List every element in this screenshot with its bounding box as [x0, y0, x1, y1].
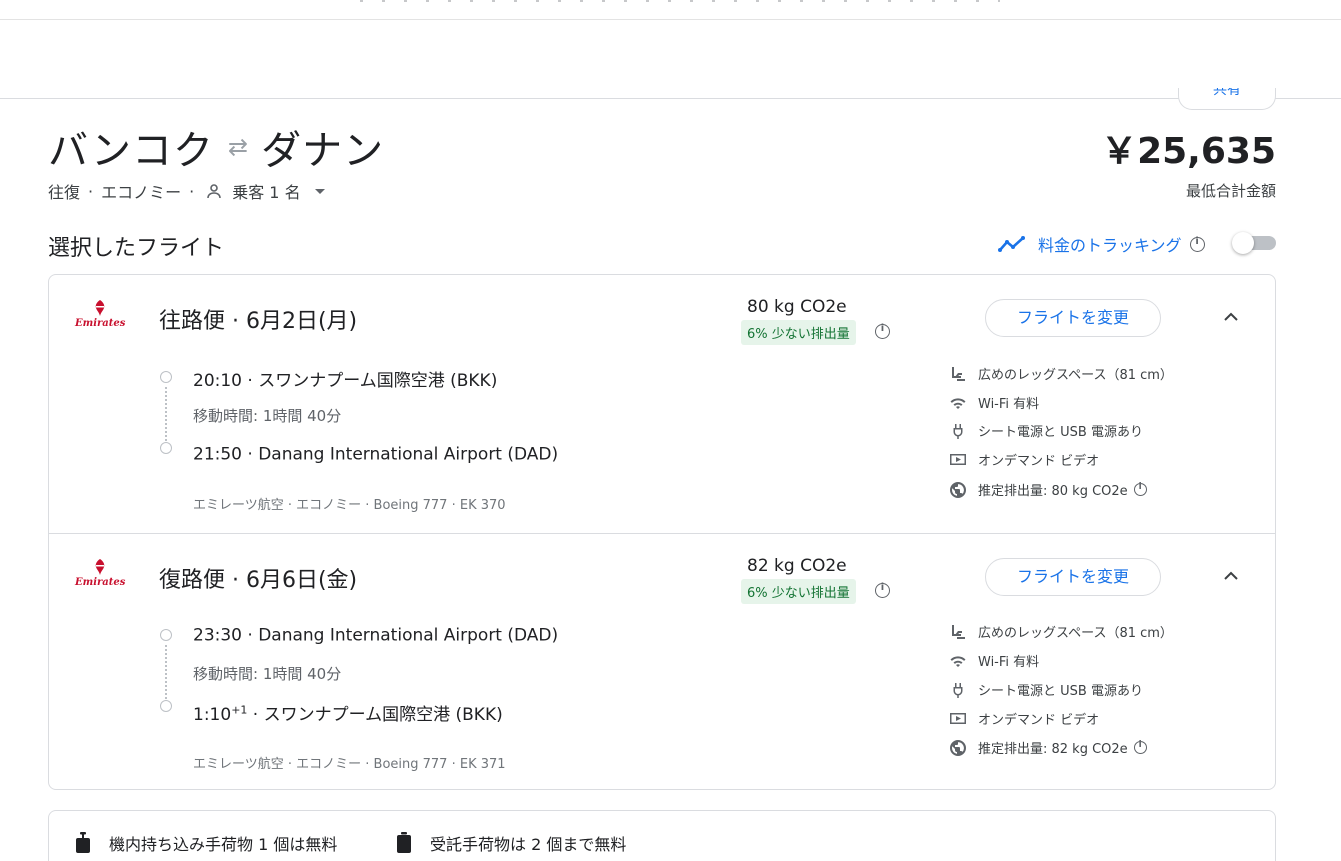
amenity-wifi: Wi-Fi 有料 [949, 393, 1039, 412]
share-label: 共有 [1213, 88, 1241, 98]
arrival-dot [160, 700, 172, 712]
info-icon[interactable] [875, 323, 890, 339]
amenity-emissions: 推定排出量: 80 kg CO2e [949, 480, 1147, 499]
route-title: バンコク ⇄ ダナン [48, 118, 384, 176]
price-tracking[interactable]: 料金のトラッキング [998, 232, 1205, 256]
leg-title: 復路便 · 6月6日(金) [159, 568, 358, 593]
trip-type: 往復 [48, 183, 81, 202]
departure-dot [160, 629, 172, 641]
info-icon[interactable] [1189, 236, 1205, 252]
info-icon[interactable] [1133, 482, 1147, 496]
departure-row: 20:10 · スワンナプーム国際空港 (BKK) [193, 371, 498, 391]
outbound-leg: Emirates 往路便 · 6月2日(月) 80 kg CO2e 6% 少ない… [49, 275, 1275, 533]
baggage-card: 機内持ち込み手荷物 1 個は無料 受託手荷物は 2 個まで無料 [48, 810, 1276, 861]
header-divider [0, 98, 1341, 99]
change-flight-button[interactable]: フライトを変更 [985, 558, 1161, 596]
arrival-row: 1:10+1 · スワンナプーム国際空港 (BKK) [193, 703, 503, 725]
trend-icon [998, 236, 1025, 252]
flight-details: エミレーツ航空 · エコノミー · Boeing 777 · EK 370 [193, 498, 506, 513]
info-icon[interactable] [875, 582, 890, 598]
trip-summary: 往復 · エコノミー · 乗客 1 名 [48, 179, 325, 203]
selected-flights-heading: 選択したフライト [48, 236, 225, 261]
emirates-logo: Emirates [75, 299, 125, 339]
separator: · [189, 181, 195, 201]
video-icon [950, 712, 966, 724]
amenity-video: オンデマンド ビデオ [949, 709, 1099, 728]
carry-on-bag-icon [76, 832, 90, 853]
share-button[interactable]: 共有 [1178, 88, 1276, 110]
co2-amount: 80 kg CO2e [747, 297, 847, 317]
person-icon [206, 183, 222, 199]
destination-city: ダナン [261, 128, 385, 174]
selected-flights-card: Emirates 往路便 · 6月2日(月) 80 kg CO2e 6% 少ない… [48, 274, 1276, 790]
co2-badge: 6% 少ない排出量 [741, 320, 856, 345]
seat-icon [952, 366, 965, 381]
carry-on-info: 機内持ち込み手荷物 1 個は無料 [75, 831, 337, 855]
separator: · [88, 181, 94, 201]
power-plug-icon [953, 682, 963, 698]
amenity-power: シート電源と USB 電源あり [949, 680, 1143, 699]
checked-bag-info: 受託手荷物は 2 個まで無料 [396, 831, 626, 855]
info-icon[interactable] [1133, 740, 1147, 754]
co2-badge: 6% 少ない排出量 [741, 579, 856, 604]
amenity-wifi: Wi-Fi 有料 [949, 651, 1039, 670]
emirates-logo: Emirates [75, 558, 125, 598]
co2-amount: 82 kg CO2e [747, 556, 847, 576]
arrival-row: 21:50 · Danang International Airport (DA… [193, 444, 559, 465]
route-line [165, 645, 167, 703]
flight-duration: 移動時間: 1時間 40分 [193, 665, 342, 683]
amenity-legroom: 広めのレッグスペース（81 cm） [949, 364, 1173, 383]
arrival-dot [160, 442, 172, 454]
amenity-power: シート電源と USB 電源あり [949, 421, 1143, 440]
power-plug-icon [953, 423, 963, 439]
globe-icon [950, 481, 966, 498]
globe-icon [950, 739, 966, 756]
wifi-icon [950, 655, 966, 667]
tracking-toggle[interactable] [1232, 232, 1276, 254]
amenity-video: オンデマンド ビデオ [949, 450, 1099, 469]
leg-title: 往路便 · 6月2日(月) [159, 309, 358, 334]
passenger-count[interactable]: 乗客 1 名 [232, 179, 300, 203]
change-flight-button[interactable]: フライトを変更 [985, 299, 1161, 337]
swap-arrows-icon: ⇄ [228, 133, 250, 161]
flight-duration: 移動時間: 1時間 40分 [193, 407, 342, 425]
chevron-down-icon[interactable] [314, 188, 325, 194]
top-toolbar-strip [0, 0, 1341, 20]
total-price: ￥25,635 [1101, 131, 1276, 172]
origin-city: バンコク [48, 128, 214, 174]
chevron-up-icon[interactable] [1223, 309, 1239, 325]
chevron-up-icon[interactable] [1223, 568, 1239, 584]
flight-details: エミレーツ航空 · エコノミー · Boeing 777 · EK 371 [193, 757, 506, 772]
price-label: 最低合計金額 [1185, 182, 1276, 200]
route-line [165, 387, 167, 445]
departure-dot [160, 371, 172, 383]
departure-row: 23:30 · Danang International Airport (DA… [193, 625, 559, 646]
video-icon [950, 453, 966, 465]
checked-bag-icon [397, 832, 411, 853]
amenity-emissions: 推定排出量: 82 kg CO2e [949, 738, 1147, 757]
cabin-class: エコノミー [101, 183, 182, 202]
amenity-legroom: 広めのレッグスペース（81 cm） [949, 622, 1173, 641]
tracking-label: 料金のトラッキング [1038, 236, 1182, 255]
wifi-icon [950, 397, 966, 409]
seat-icon [952, 624, 965, 639]
return-leg: Emirates 復路便 · 6月6日(金) 82 kg CO2e 6% 少ない… [49, 533, 1275, 791]
